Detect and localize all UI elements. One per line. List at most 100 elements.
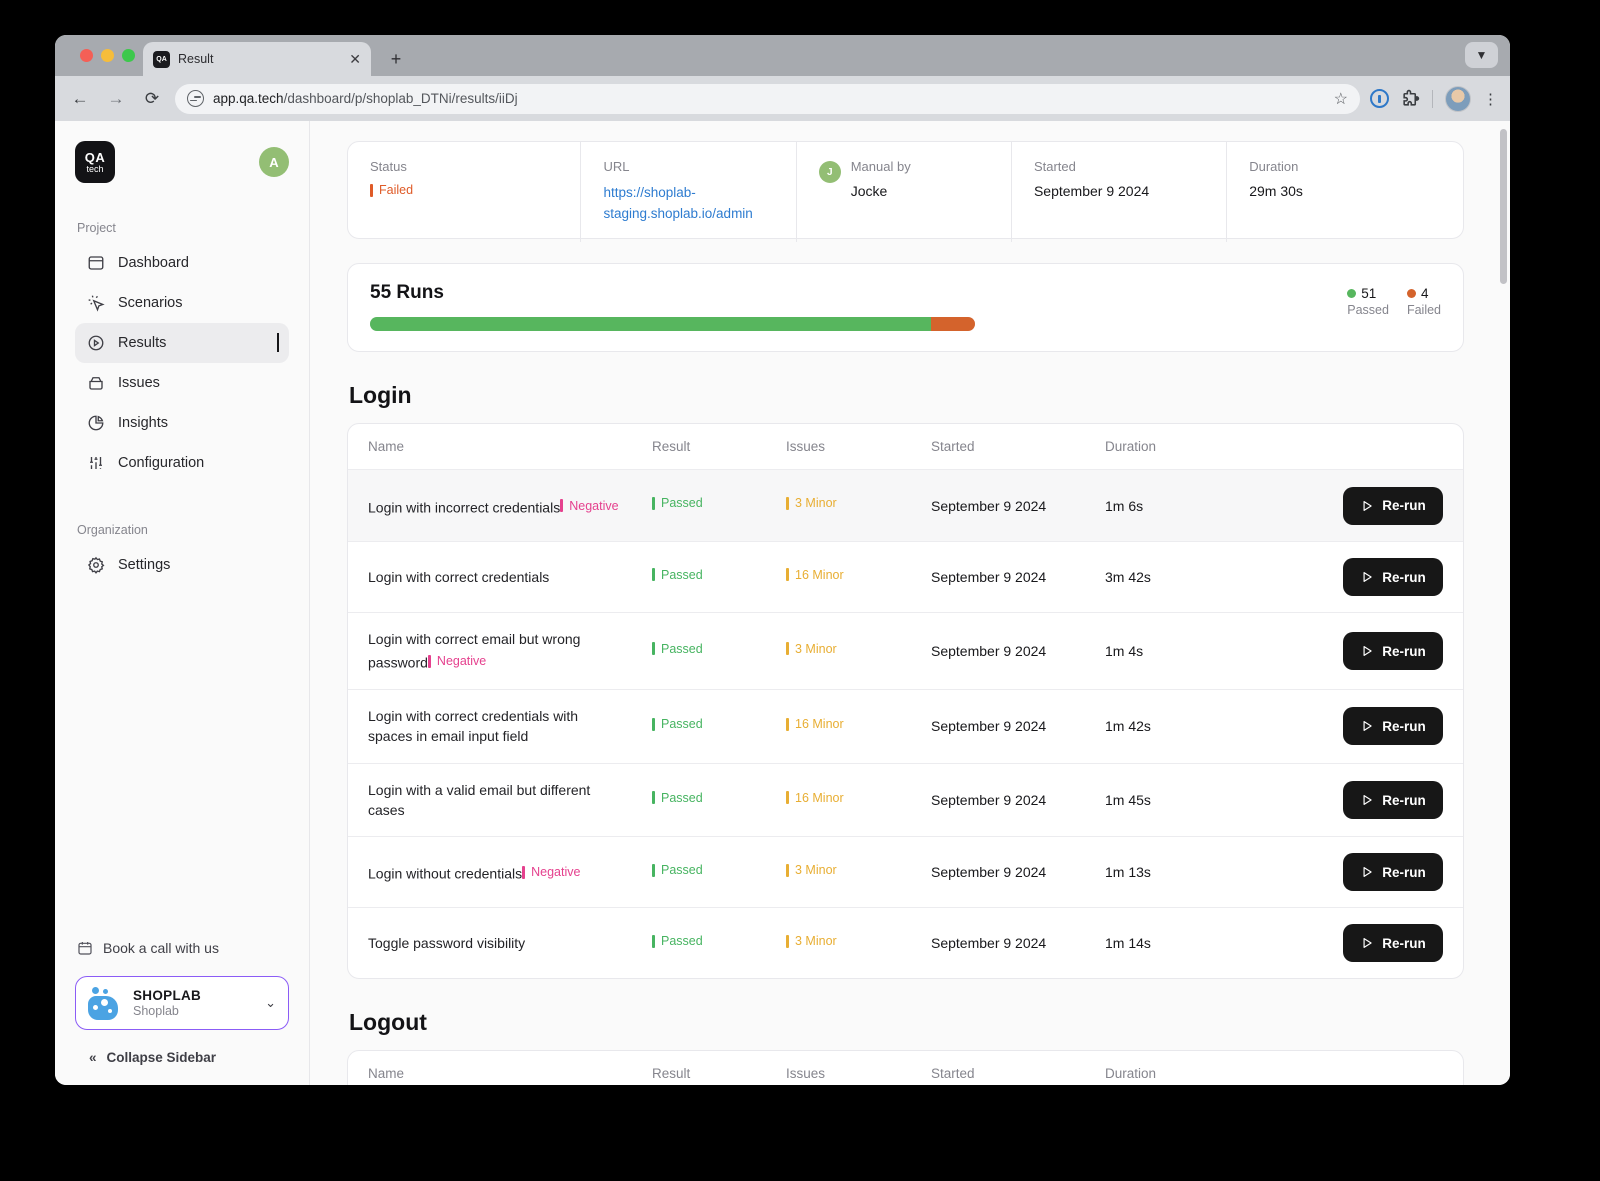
inbox-icon xyxy=(87,374,105,392)
sidebar: QA tech A Project Dashboard Scenarios Re… xyxy=(55,121,310,1085)
started-cell: September 9 2024 xyxy=(931,792,1105,808)
tab-title: Result xyxy=(178,52,341,66)
window-controls xyxy=(80,49,135,62)
toolbar-divider xyxy=(1432,90,1433,108)
tab-search-button[interactable]: ▼ xyxy=(1465,42,1498,68)
close-window-button[interactable] xyxy=(80,49,93,62)
result-badge: Passed xyxy=(652,568,703,582)
forward-button[interactable]: → xyxy=(103,86,129,112)
browser-profile-avatar[interactable] xyxy=(1445,86,1471,112)
test-row[interactable]: Login with incorrect credentialsNegative… xyxy=(348,470,1463,541)
test-row[interactable]: Toggle password visibilityPassed3 MinorS… xyxy=(348,907,1463,978)
workspace-selector[interactable]: SHOPLAB Shoplab ⌄ xyxy=(75,976,289,1030)
duration-label: Duration xyxy=(1249,159,1441,174)
re-run-button[interactable]: Re-run xyxy=(1343,558,1443,596)
test-row[interactable]: Login without credentialsNegativePassed3… xyxy=(348,836,1463,907)
reload-button[interactable]: ⟳ xyxy=(139,86,165,112)
started-cell: September 9 2024 xyxy=(931,643,1105,659)
issues-badge[interactable]: 3 Minor xyxy=(786,642,837,656)
gear-icon xyxy=(87,556,105,574)
trigger-user-avatar: J xyxy=(819,161,841,183)
run-summary-card: Status Failed URL https://shoplab- stagi… xyxy=(347,141,1464,239)
test-row[interactable]: Login with a valid email but different c… xyxy=(348,763,1463,837)
re-run-button[interactable]: Re-run xyxy=(1343,632,1443,670)
sidebar-item-dashboard[interactable]: Dashboard xyxy=(75,243,289,283)
issues-badge[interactable]: 16 Minor xyxy=(786,791,844,805)
chevrons-left-icon: « xyxy=(89,1050,97,1065)
re-run-button[interactable]: Re-run xyxy=(1343,924,1443,962)
collapse-sidebar-button[interactable]: « Collapse Sidebar xyxy=(89,1050,289,1065)
text-caret xyxy=(277,333,280,352)
result-badge: Passed xyxy=(652,863,703,877)
onepassword-extension-icon[interactable] xyxy=(1370,89,1389,108)
re-run-button[interactable]: Re-run xyxy=(1343,487,1443,525)
runs-overview-card: 55 Runs 51 Passed 4 Failed xyxy=(347,263,1464,352)
zoom-window-button[interactable] xyxy=(122,49,135,62)
site-settings-icon[interactable] xyxy=(187,90,204,107)
browser-toolbar: ← → ⟳ app.qa.tech/dashboard/p/shoplab_DT… xyxy=(55,76,1510,121)
started-cell: September 9 2024 xyxy=(931,498,1105,514)
re-run-button[interactable]: Re-run xyxy=(1343,781,1443,819)
table-header: Name Result Issues Started Duration xyxy=(348,1051,1463,1085)
extensions-puzzle-icon[interactable] xyxy=(1401,89,1420,108)
target-url-link[interactable]: https://shoplab- staging.shoplab.io/admi… xyxy=(603,183,773,225)
sidebar-item-configuration[interactable]: Configuration xyxy=(75,443,289,483)
url-bar[interactable]: app.qa.tech/dashboard/p/shoplab_DTNi/res… xyxy=(175,84,1360,114)
re-run-button[interactable]: Re-run xyxy=(1343,853,1443,891)
tab-close-icon[interactable]: ✕ xyxy=(349,51,361,68)
result-badge: Passed xyxy=(652,496,703,510)
section-title-login: Login xyxy=(349,382,1464,409)
section-title-logout: Logout xyxy=(349,1009,1464,1036)
user-avatar[interactable]: A xyxy=(259,147,289,177)
workspace-subtitle: Shoplab xyxy=(133,1004,254,1018)
started-cell: September 9 2024 xyxy=(931,569,1105,585)
test-row[interactable]: Login with correct email but wrong passw… xyxy=(348,612,1463,689)
negative-badge: Negative xyxy=(428,652,486,670)
page-scrollbar[interactable] xyxy=(1500,129,1507,284)
duration-cell: 1m 13s xyxy=(1105,864,1323,880)
sidebar-item-settings[interactable]: Settings xyxy=(75,545,289,585)
manual-by-value: Jocke xyxy=(851,183,911,199)
sidebar-item-insights[interactable]: Insights xyxy=(75,403,289,443)
browser-window: QA Result ✕ + ▼ ← → ⟳ app.qa.tech/dashbo… xyxy=(55,35,1510,1085)
browser-menu-icon[interactable]: ⋮ xyxy=(1483,90,1498,108)
minimize-window-button[interactable] xyxy=(101,49,114,62)
test-name: Login with a valid email but different c… xyxy=(368,780,652,821)
sidebar-item-scenarios[interactable]: Scenarios xyxy=(75,283,289,323)
sidebar-item-label: Results xyxy=(118,335,166,351)
status-badge: Failed xyxy=(370,183,413,197)
test-row[interactable]: Login with correct credentialsPassed16 M… xyxy=(348,541,1463,612)
test-row[interactable]: Login with correct credentials with spac… xyxy=(348,689,1463,763)
issues-badge[interactable]: 16 Minor xyxy=(786,717,844,731)
progress-passed-segment xyxy=(370,317,931,331)
table-header: Name Result Issues Started Duration xyxy=(348,424,1463,470)
re-run-button[interactable]: Re-run xyxy=(1343,707,1443,745)
runs-progress-bar xyxy=(370,317,975,331)
issues-badge[interactable]: 3 Minor xyxy=(786,863,837,877)
url-text: app.qa.tech/dashboard/p/shoplab_DTNi/res… xyxy=(213,91,1325,106)
browser-tab[interactable]: QA Result ✕ xyxy=(143,42,371,76)
duration-cell: 1m 14s xyxy=(1105,935,1323,951)
book-call-link[interactable]: Book a call with us xyxy=(75,934,289,962)
browser-tab-strip: QA Result ✕ + ▼ xyxy=(55,35,1510,76)
new-tab-button[interactable]: + xyxy=(383,46,409,72)
duration-value: 29m 30s xyxy=(1249,183,1441,199)
sidebar-item-results[interactable]: Results xyxy=(75,323,289,363)
back-button[interactable]: ← xyxy=(67,86,93,112)
collapse-sidebar-label: Collapse Sidebar xyxy=(107,1050,217,1065)
sidebar-item-label: Dashboard xyxy=(118,255,189,271)
shoplab-logo xyxy=(88,986,122,1020)
url-label: URL xyxy=(603,159,773,174)
issues-badge[interactable]: 16 Minor xyxy=(786,568,844,582)
issues-badge[interactable]: 3 Minor xyxy=(786,934,837,948)
legend-passed: 51 Passed xyxy=(1347,286,1389,317)
sidebar-item-issues[interactable]: Issues xyxy=(75,363,289,403)
issues-badge[interactable]: 3 Minor xyxy=(786,496,837,510)
workspace-name: SHOPLAB xyxy=(133,988,254,1003)
sidebar-item-label: Issues xyxy=(118,375,160,391)
started-label: Started xyxy=(1034,159,1204,174)
bookmark-star-icon[interactable]: ☆ xyxy=(1334,89,1348,109)
qa-tech-logo[interactable]: QA tech xyxy=(75,141,115,183)
book-call-label: Book a call with us xyxy=(103,940,219,956)
duration-cell: 1m 42s xyxy=(1105,718,1323,734)
